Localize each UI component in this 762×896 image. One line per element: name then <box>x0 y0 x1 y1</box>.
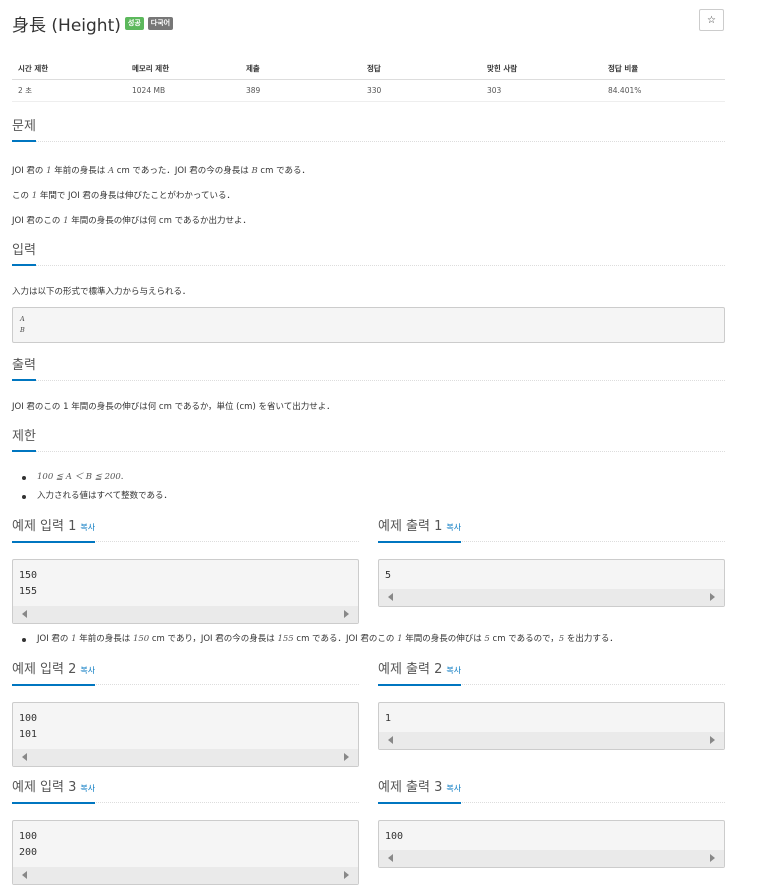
example-output-1-header: 예제 출력 1 복사 <box>378 518 725 543</box>
example-output-3-text: 100 <box>385 831 404 842</box>
problem-line-2: この 1 年間で JOI 君の身長は伸びたことがわかっている． <box>12 191 236 201</box>
value-time-limit: 2 초 <box>12 79 126 102</box>
problem-section-title: 문제 <box>12 118 36 142</box>
header-submissions: 제출 <box>240 58 361 80</box>
example-input-3-title: 예제 입력 3 복사 <box>12 779 96 804</box>
scroll-right-icon[interactable] <box>710 854 715 862</box>
example-output-1-box: 5 <box>378 559 725 607</box>
limit-item-integers: 入力される値はすべて整数である． <box>22 487 172 506</box>
example-output-3-scrollbar[interactable] <box>379 850 724 867</box>
success-badge: 성공 <box>124 16 144 30</box>
value-submissions[interactable]: 389 <box>240 79 361 102</box>
copy-output-3-link[interactable]: 복사 <box>446 784 461 793</box>
example-1-notes: JOI 君の 1 年前の身長は 150 cm であり，JOI 君の今の身長は 1… <box>22 630 618 649</box>
input-format-box: A B <box>12 307 725 343</box>
output-section-header: 출력 <box>12 357 725 381</box>
copy-input-2-link[interactable]: 복사 <box>80 666 95 675</box>
scroll-left-icon[interactable] <box>388 854 393 862</box>
example-input-1-header: 예제 입력 1 복사 <box>12 518 359 543</box>
example-output-3-title: 예제 출력 3 복사 <box>378 779 462 804</box>
star-button[interactable]: ☆ <box>699 9 724 31</box>
example-input-2-scrollbar[interactable] <box>13 749 358 766</box>
copy-input-1-link[interactable]: 복사 <box>80 523 95 532</box>
problem-info-table: 시간 제한 메모리 제한 제출 정답 맞힌 사람 정답 비율 2 초 1024 … <box>12 58 725 102</box>
scroll-left-icon[interactable] <box>388 736 393 744</box>
copy-output-1-link[interactable]: 복사 <box>446 523 461 532</box>
limit-item-range: 100 ≦ A ＜ B ≦ 200. <box>22 468 172 487</box>
example-input-3-header: 예제 입력 3 복사 <box>12 779 359 804</box>
input-section-title: 입력 <box>12 242 36 266</box>
example-output-3-box: 100 <box>378 820 725 868</box>
value-accepted[interactable]: 330 <box>361 79 481 102</box>
example-input-3-text: 100 200 <box>19 831 38 858</box>
example-output-2-text: 1 <box>385 713 392 724</box>
example-output-2-header: 예제 출력 2 복사 <box>378 661 725 686</box>
scroll-left-icon[interactable] <box>22 610 27 618</box>
example-input-2-title: 예제 입력 2 복사 <box>12 661 96 686</box>
scroll-left-icon[interactable] <box>388 593 393 601</box>
scroll-right-icon[interactable] <box>344 610 349 618</box>
header-time-limit: 시간 제한 <box>12 58 126 80</box>
example-input-1-title: 예제 입력 1 복사 <box>12 518 96 543</box>
example-output-2-box: 1 <box>378 702 725 750</box>
problem-title: 身長 (Height) <box>12 15 121 36</box>
header-memory-limit: 메모리 제한 <box>126 58 240 80</box>
limits-list: 100 ≦ A ＜ B ≦ 200. 入力される値はすべて整数である． <box>22 468 172 506</box>
problem-line-3: JOI 君のこの 1 年間の身長の伸びは何 cm であるか出力せよ． <box>12 216 252 226</box>
value-solvers[interactable]: 303 <box>481 79 602 102</box>
header-accepted: 정답 <box>361 58 481 80</box>
info-header-row: 시간 제한 메모리 제한 제출 정답 맞힌 사람 정답 비율 <box>12 58 725 80</box>
input-format-line-a: A <box>20 315 25 323</box>
problem-line-1: JOI 君の 1 年前の身長は A cm であった．JOI 君の今の身長は B … <box>12 166 310 176</box>
example-output-2-scrollbar[interactable] <box>379 732 724 749</box>
output-description: JOI 君のこの 1 年間の身長の伸びは何 cm であるか，単位 (cm) を省… <box>12 402 335 412</box>
star-icon: ☆ <box>707 14 716 26</box>
input-section-header: 입력 <box>12 242 725 266</box>
scroll-right-icon[interactable] <box>710 736 715 744</box>
scroll-right-icon[interactable] <box>344 871 349 879</box>
limits-section-header: 제한 <box>12 428 725 452</box>
value-ratio: 84.401% <box>602 79 725 102</box>
example-input-3-box: 100 200 <box>12 820 359 885</box>
value-memory-limit: 1024 MB <box>126 79 240 102</box>
example-output-2-title: 예제 출력 2 복사 <box>378 661 462 686</box>
example-input-2-header: 예제 입력 2 복사 <box>12 661 359 686</box>
output-section-title: 출력 <box>12 357 36 381</box>
example-1-note: JOI 君の 1 年前の身長は 150 cm であり，JOI 君の今の身長は 1… <box>22 630 618 649</box>
scroll-left-icon[interactable] <box>22 753 27 761</box>
problem-title-row: 身長 (Height) 성공 다국어 <box>12 10 174 36</box>
input-description: 入力は以下の形式で標準入力から与えられる． <box>12 287 191 297</box>
example-input-2-box: 100 101 <box>12 702 359 767</box>
header-solvers: 맞힌 사람 <box>481 58 602 80</box>
multilang-badge: 다국어 <box>147 16 174 30</box>
copy-output-2-link[interactable]: 복사 <box>446 666 461 675</box>
limits-section-title: 제한 <box>12 428 36 452</box>
scroll-left-icon[interactable] <box>22 871 27 879</box>
example-input-3-scrollbar[interactable] <box>13 867 358 884</box>
example-input-1-scrollbar[interactable] <box>13 606 358 623</box>
info-value-row: 2 초 1024 MB 389 330 303 84.401% <box>12 79 725 102</box>
example-output-1-scrollbar[interactable] <box>379 589 724 606</box>
header-ratio: 정답 비율 <box>602 58 725 80</box>
copy-input-3-link[interactable]: 복사 <box>80 784 95 793</box>
example-output-1-title: 예제 출력 1 복사 <box>378 518 462 543</box>
example-output-1-text: 5 <box>385 570 392 581</box>
scroll-right-icon[interactable] <box>344 753 349 761</box>
input-format-line-b: B <box>20 326 25 334</box>
example-input-1-box: 150 155 <box>12 559 359 624</box>
scroll-right-icon[interactable] <box>710 593 715 601</box>
example-output-3-header: 예제 출력 3 복사 <box>378 779 725 804</box>
example-input-2-text: 100 101 <box>19 713 38 740</box>
example-input-1-text: 150 155 <box>19 570 38 597</box>
problem-section-header: 문제 <box>12 118 725 142</box>
